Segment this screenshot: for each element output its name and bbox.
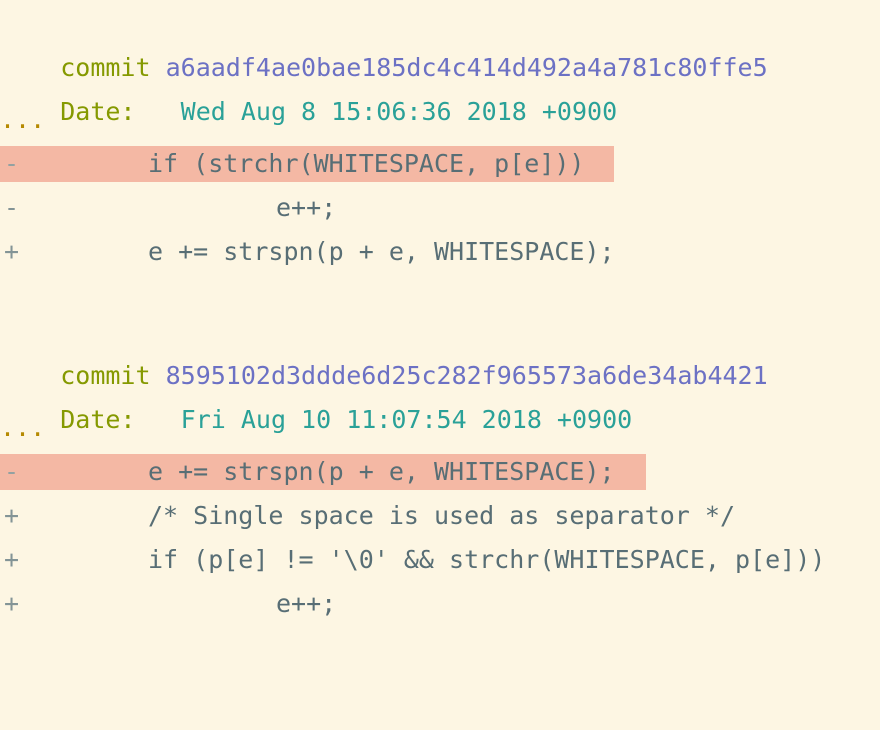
- diff-code: /* Single space is used as separator */: [148, 501, 735, 530]
- ellipsis: ...: [0, 413, 46, 442]
- ellipsis: ...: [0, 105, 46, 134]
- diff-sign-minus: -: [4, 457, 20, 486]
- date-value: Fri Aug 10 11:07:54 2018 +0900: [180, 405, 633, 434]
- diff-sign-plus: +: [4, 545, 20, 574]
- commit-header-line: commit a6aadf4ae0bae185dc4c414d492a4a781…: [0, 14, 767, 82]
- date-keyword: Date:: [60, 97, 136, 126]
- diff-code: e += strspn(p + e, WHITESPACE);: [148, 237, 615, 266]
- date-line: Date: Wed Aug 8 15:06:36 2018 +0900: [0, 58, 617, 126]
- diff-line-removed-highlighted: - if (strchr(WHITESPACE, p[e])): [0, 146, 614, 182]
- diff-sign-plus: +: [4, 589, 20, 618]
- diff-code: e++;: [276, 589, 337, 618]
- diff-line-removed: - e++;: [0, 190, 880, 226]
- date-keyword: Date:: [60, 405, 136, 434]
- diff-sign-plus: +: [4, 501, 20, 530]
- git-log-pane: commit a6aadf4ae0bae185dc4c414d492a4a781…: [0, 0, 880, 632]
- date-line: Date: Fri Aug 10 11:07:54 2018 +0900: [0, 366, 632, 434]
- date-value: Wed Aug 8 15:06:36 2018 +0900: [180, 97, 618, 126]
- diff-sign-plus: +: [4, 237, 20, 266]
- diff-code: if (strchr(WHITESPACE, p[e])): [148, 149, 585, 178]
- diff-line-added: + /* Single space is used as separator *…: [0, 498, 880, 534]
- diff-sign-minus: -: [4, 193, 20, 222]
- diff-line-added: + e += strspn(p + e, WHITESPACE);: [0, 234, 880, 270]
- diff-line-added: + if (p[e] != '\0' && strchr(WHITESPACE,…: [0, 542, 880, 578]
- commit-header-line: commit 8595102d3ddde6d25c282f965573a6de3…: [0, 322, 767, 390]
- diff-line-removed-highlighted: - e += strspn(p + e, WHITESPACE);: [0, 454, 646, 490]
- diff-code: e++;: [276, 193, 337, 222]
- diff-line-added: + e++;: [0, 586, 880, 622]
- diff-sign-minus: -: [4, 149, 20, 178]
- diff-code: if (p[e] != '\0' && strchr(WHITESPACE, p…: [148, 545, 826, 574]
- diff-code: e += strspn(p + e, WHITESPACE);: [148, 457, 615, 486]
